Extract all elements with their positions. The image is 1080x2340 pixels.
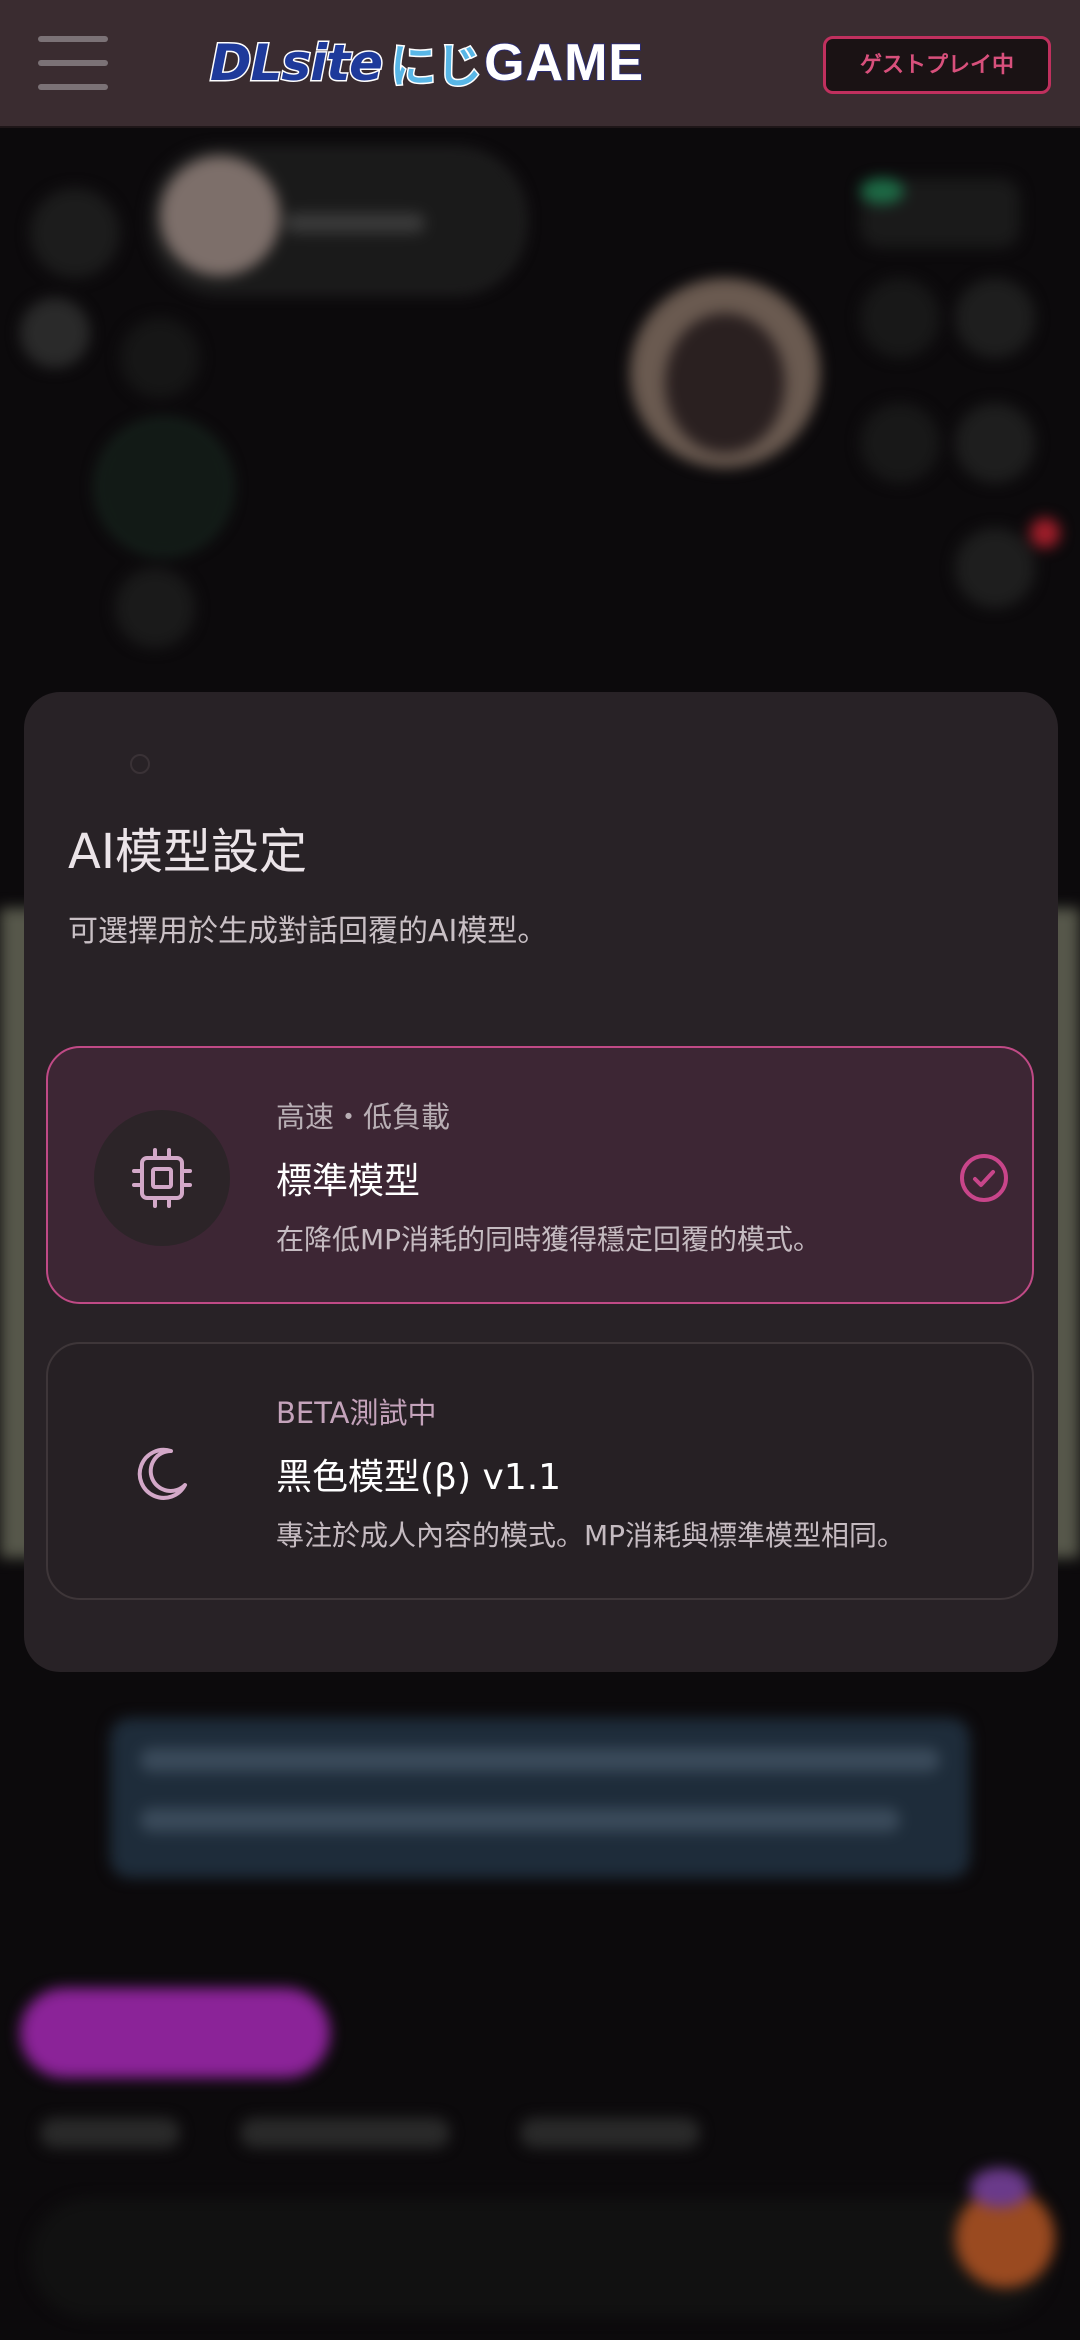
chip-icon-wrap: [94, 1110, 230, 1246]
dialog-title: AI模型設定: [68, 824, 307, 880]
model-option-standard[interactable]: 高速・低負載 標準模型 在降低MP消耗的同時獲得穩定回覆的模式。: [46, 1046, 1034, 1304]
logo-dl: DLsite: [208, 33, 384, 94]
chip-icon: [132, 1148, 192, 1208]
guest-play-button[interactable]: ゲストプレイ中: [823, 36, 1051, 94]
app-header: DLsite にじ GAME ゲストプレイ中: [0, 0, 1080, 128]
logo-game: GAME: [483, 33, 645, 93]
option-name: 標準模型: [276, 1161, 421, 1202]
model-option-black[interactable]: BETA測試中 黑色模型(β) v1.1 專注於成人內容的模式。MP消耗與標準模…: [46, 1342, 1034, 1600]
option-description: 專注於成人內容的模式。MP消耗與標準模型相同。: [276, 1519, 906, 1552]
dialog-description: 可選擇用於生成對話回覆的AI模型。: [68, 914, 548, 949]
ai-model-settings-dialog: AI模型設定 可選擇用於生成對話回覆的AI模型。 高速・低負載 標準模型 在降低…: [24, 692, 1058, 1672]
moon-icon-wrap: [94, 1406, 230, 1542]
menu-icon[interactable]: [38, 36, 108, 90]
moon-icon: [137, 1447, 187, 1500]
option-tag: 高速・低負載: [276, 1100, 451, 1134]
option-name: 黑色模型(β) v1.1: [276, 1457, 562, 1498]
option-tag: BETA測試中: [276, 1396, 437, 1430]
dialog-handle-icon: [130, 754, 150, 774]
logo-niji: にじ: [389, 38, 484, 95]
site-logo[interactable]: DLsite にじ GAME: [208, 32, 645, 95]
option-description: 在降低MP消耗的同時獲得穩定回覆的模式。: [276, 1223, 822, 1256]
check-circle-icon: [960, 1154, 1008, 1202]
